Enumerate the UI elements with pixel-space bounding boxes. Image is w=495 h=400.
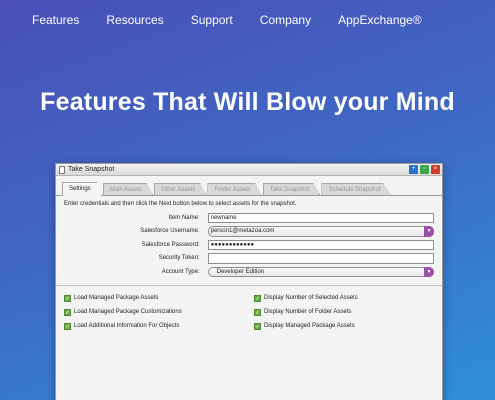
document-icon bbox=[59, 166, 65, 174]
maximize-icon[interactable]: + bbox=[409, 165, 418, 174]
nav-resources[interactable]: Resources bbox=[106, 13, 163, 27]
checkbox-load-additional-info-objects[interactable]: ✓ Load Additional Information For Object… bbox=[64, 322, 254, 331]
password-input[interactable]: ●●●●●●●●●●●● bbox=[207, 239, 434, 250]
window-title: Take Snapshot bbox=[68, 166, 115, 173]
password-label: Salesforce Password: bbox=[141, 241, 200, 248]
checkmark-icon: ✓ bbox=[64, 322, 71, 330]
close-icon[interactable]: × bbox=[431, 165, 440, 174]
options-grid: ✓ Load Managed Package Assets ✓ Display … bbox=[64, 294, 434, 331]
checkbox-display-managed-package-assets[interactable]: ✓ Display Managed Package Assets bbox=[254, 322, 444, 331]
username-value: person1@metazoa.com bbox=[210, 228, 275, 234]
account-type-label: Account Type: bbox=[161, 268, 200, 275]
chevron-down-icon[interactable]: ▼ bbox=[424, 226, 434, 237]
checkbox-label: Display Number of Folder Assets bbox=[264, 309, 352, 315]
checkmark-icon: ✓ bbox=[64, 308, 71, 316]
checkbox-label: Load Managed Package Customizations bbox=[74, 309, 182, 315]
item-name-row: Item Name: newname bbox=[64, 211, 434, 225]
window-controls: + ▫ × bbox=[409, 165, 440, 174]
checkbox-display-number-selected-assets[interactable]: ✓ Display Number of Selected Assets bbox=[254, 294, 444, 303]
token-input[interactable] bbox=[207, 253, 434, 264]
divider bbox=[56, 284, 442, 286]
nav-features[interactable]: Features bbox=[32, 13, 79, 27]
checkmark-icon: ✓ bbox=[64, 294, 71, 302]
account-type-select[interactable]: Developer Edition ▼ bbox=[207, 266, 434, 277]
checkmark-icon: ✓ bbox=[254, 322, 261, 330]
tab-main-assets[interactable]: Main Assets bbox=[102, 183, 154, 195]
checkbox-load-managed-package-customizations[interactable]: ✓ Load Managed Package Customizations bbox=[64, 308, 254, 317]
nav-company[interactable]: Company bbox=[260, 13, 311, 27]
snapshot-window: Take Snapshot + ▫ × Settings Main Assets… bbox=[55, 163, 443, 400]
account-type-row: Account Type: Developer Edition ▼ bbox=[64, 265, 434, 279]
password-row: Salesforce Password: ●●●●●●●●●●●● bbox=[64, 238, 434, 252]
checkbox-load-managed-package-assets[interactable]: ✓ Load Managed Package Assets bbox=[64, 294, 254, 303]
checkmark-icon: ✓ bbox=[254, 294, 261, 302]
intro-text: Enter credentials and then click the Nex… bbox=[64, 201, 297, 207]
window-titlebar: Take Snapshot + ▫ × bbox=[56, 164, 442, 176]
username-row: Salesforce Username: person1@metazoa.com… bbox=[64, 225, 434, 239]
tab-settings[interactable]: Settings bbox=[62, 182, 102, 196]
tab-other-assets[interactable]: Other Assets bbox=[154, 183, 207, 195]
checkbox-display-number-folder-assets[interactable]: ✓ Display Number of Folder Assets bbox=[254, 308, 444, 317]
item-name-label: Item Name: bbox=[168, 214, 200, 221]
token-label: Security Token: bbox=[158, 255, 200, 262]
top-nav: Features Resources Support Company AppEx… bbox=[32, 13, 495, 27]
checkbox-label: Load Managed Package Assets bbox=[74, 295, 159, 301]
chevron-down-icon[interactable]: ▼ bbox=[424, 266, 434, 277]
checkbox-label: Display Managed Package Assets bbox=[264, 323, 355, 329]
checkbox-label: Load Additional Information For Objects bbox=[74, 323, 180, 329]
account-type-value: Developer Edition bbox=[216, 268, 264, 275]
tab-take-snapshot[interactable]: Take Snapshot bbox=[262, 183, 321, 195]
tab-bar: Settings Main Assets Other Assets Folder… bbox=[56, 176, 442, 196]
token-row: Security Token: bbox=[64, 252, 434, 266]
settings-panel: Enter credentials and then click the Nex… bbox=[56, 196, 442, 336]
tab-folder-assets[interactable]: Folder Assets bbox=[207, 183, 262, 195]
username-combobox[interactable]: person1@metazoa.com ▼ bbox=[207, 226, 434, 237]
nav-support[interactable]: Support bbox=[191, 13, 233, 27]
restore-icon[interactable]: ▫ bbox=[420, 165, 429, 174]
username-label: Salesforce Username: bbox=[140, 228, 200, 235]
checkmark-icon: ✓ bbox=[254, 308, 261, 316]
tab-schedule-snapshot[interactable]: Schedule Snapshot bbox=[321, 183, 392, 195]
item-name-input[interactable]: newname bbox=[207, 212, 434, 223]
nav-appexchange[interactable]: AppExchange® bbox=[338, 13, 422, 27]
hero-title: Features That Will Blow your Mind bbox=[40, 88, 455, 116]
checkbox-label: Display Number of Selected Assets bbox=[264, 295, 358, 301]
